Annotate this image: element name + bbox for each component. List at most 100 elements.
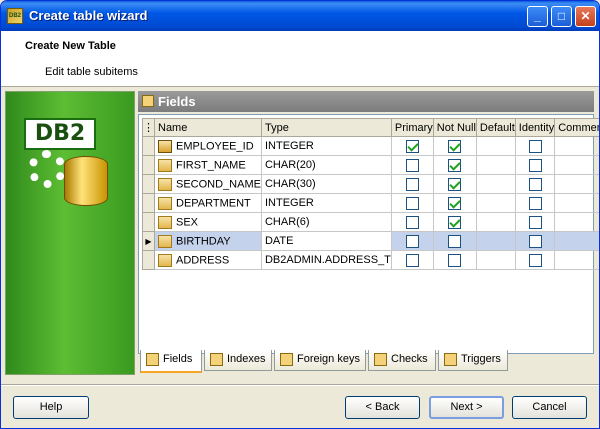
primary-checkbox-cell[interactable] xyxy=(390,136,434,156)
field-type-cell[interactable]: CHAR(30) xyxy=(260,174,392,194)
comment-cell[interactable] xyxy=(554,155,599,175)
identity-checkbox[interactable] xyxy=(528,253,542,267)
not-null-checkbox[interactable] xyxy=(448,177,462,191)
identity-checkbox-cell[interactable] xyxy=(514,231,556,251)
identity-checkbox-cell[interactable] xyxy=(514,136,556,156)
not-null-checkbox[interactable] xyxy=(448,253,462,267)
tab-fields[interactable]: Fields xyxy=(140,350,202,373)
primary-checkbox-cell[interactable] xyxy=(390,155,434,175)
table-row[interactable]: SECOND_NAME CHAR(30) xyxy=(142,174,599,194)
default-cell[interactable] xyxy=(475,231,516,251)
default-cell[interactable] xyxy=(475,193,516,213)
table-row[interactable]: EMPLOYEE_ID INTEGER xyxy=(142,136,599,156)
maximize-button[interactable]: □ xyxy=(551,6,572,27)
field-type-cell[interactable]: CHAR(20) xyxy=(260,155,392,175)
column-header-name[interactable]: Name xyxy=(154,118,262,137)
column-header-not-null[interactable]: Not Null xyxy=(432,118,477,137)
tab-indexes[interactable]: Indexes xyxy=(204,350,272,371)
column-header-comment[interactable]: Comment xyxy=(554,118,599,137)
default-cell[interactable] xyxy=(475,136,516,156)
primary-checkbox-cell[interactable] xyxy=(390,193,434,213)
help-button[interactable]: Help xyxy=(13,396,89,419)
not-null-checkbox-cell[interactable] xyxy=(432,212,477,232)
identity-checkbox[interactable] xyxy=(528,196,542,210)
field-type-cell[interactable]: DATE xyxy=(260,231,392,251)
comment-cell[interactable] xyxy=(554,136,599,156)
tab-checks[interactable]: Checks xyxy=(368,350,436,371)
table-row[interactable]: SEX CHAR(6) xyxy=(142,212,599,232)
comment-cell[interactable] xyxy=(554,250,599,270)
not-null-checkbox-cell[interactable] xyxy=(432,250,477,270)
not-null-checkbox[interactable] xyxy=(448,139,462,153)
primary-checkbox[interactable] xyxy=(405,158,419,172)
comment-cell[interactable] xyxy=(554,174,599,194)
not-null-checkbox[interactable] xyxy=(448,158,462,172)
default-cell[interactable] xyxy=(475,174,516,194)
field-type-cell[interactable]: INTEGER xyxy=(260,193,392,213)
not-null-checkbox-cell[interactable] xyxy=(432,231,477,251)
not-null-checkbox[interactable] xyxy=(448,215,462,229)
not-null-checkbox-cell[interactable] xyxy=(432,174,477,194)
field-name-cell[interactable]: ADDRESS xyxy=(154,250,262,270)
primary-checkbox-cell[interactable] xyxy=(390,212,434,232)
identity-checkbox-cell[interactable] xyxy=(514,193,556,213)
field-name-cell[interactable]: FIRST_NAME xyxy=(154,155,262,175)
identity-checkbox[interactable] xyxy=(528,215,542,229)
not-null-checkbox[interactable] xyxy=(448,196,462,210)
primary-checkbox[interactable] xyxy=(405,196,419,210)
identity-checkbox[interactable] xyxy=(528,139,542,153)
default-cell[interactable] xyxy=(475,155,516,175)
primary-checkbox[interactable] xyxy=(405,215,419,229)
fields-grid[interactable]: ⋮ Name Type Primary Not Null Default Ide… xyxy=(138,114,599,354)
row-indicator xyxy=(142,136,155,156)
cancel-button[interactable]: Cancel xyxy=(512,396,587,419)
table-row[interactable]: FIRST_NAME CHAR(20) xyxy=(142,155,599,175)
identity-checkbox-cell[interactable] xyxy=(514,155,556,175)
identity-checkbox-cell[interactable] xyxy=(514,250,556,270)
tab-triggers[interactable]: Triggers xyxy=(438,350,508,371)
primary-checkbox[interactable] xyxy=(405,177,419,191)
column-header-default[interactable]: Default xyxy=(475,118,516,137)
primary-checkbox-cell[interactable] xyxy=(390,174,434,194)
primary-checkbox-cell[interactable] xyxy=(390,231,434,251)
tab-foreign-keys[interactable]: Foreign keys xyxy=(274,350,366,371)
field-type-cell[interactable]: DB2ADMIN.ADDRESS_T xyxy=(260,250,392,270)
table-row[interactable]: ▶ BIRTHDAY DATE xyxy=(142,231,599,251)
field-name-cell[interactable]: EMPLOYEE_ID xyxy=(154,136,262,156)
indexes-tab-icon xyxy=(210,353,223,366)
not-null-checkbox-cell[interactable] xyxy=(432,193,477,213)
field-type-cell[interactable]: INTEGER xyxy=(260,136,392,156)
table-row[interactable]: ADDRESS DB2ADMIN.ADDRESS_T xyxy=(142,250,599,270)
column-header-identity[interactable]: Identity xyxy=(514,118,556,137)
identity-checkbox-cell[interactable] xyxy=(514,212,556,232)
comment-cell[interactable] xyxy=(554,193,599,213)
primary-checkbox-cell[interactable] xyxy=(390,250,434,270)
default-cell[interactable] xyxy=(475,250,516,270)
close-button[interactable]: ✕ xyxy=(575,6,596,27)
identity-checkbox[interactable] xyxy=(528,177,542,191)
identity-checkbox-cell[interactable] xyxy=(514,174,556,194)
comment-cell[interactable] xyxy=(554,231,599,251)
default-cell[interactable] xyxy=(475,212,516,232)
primary-checkbox[interactable] xyxy=(405,253,419,267)
table-row[interactable]: DEPARTMENT INTEGER xyxy=(142,193,599,213)
field-name-cell[interactable]: BIRTHDAY xyxy=(154,231,262,251)
next-button[interactable]: Next > xyxy=(429,396,504,419)
not-null-checkbox-cell[interactable] xyxy=(432,155,477,175)
not-null-checkbox-cell[interactable] xyxy=(432,136,477,156)
field-name-cell[interactable]: DEPARTMENT xyxy=(154,193,262,213)
identity-checkbox[interactable] xyxy=(528,234,542,248)
title-bar[interactable]: DB2 Create table wizard _ □ ✕ xyxy=(1,1,599,31)
primary-checkbox[interactable] xyxy=(405,139,419,153)
field-name-cell[interactable]: SECOND_NAME xyxy=(154,174,262,194)
minimize-button[interactable]: _ xyxy=(527,6,548,27)
column-header-type[interactable]: Type xyxy=(260,118,392,137)
identity-checkbox[interactable] xyxy=(528,158,542,172)
field-type-cell[interactable]: CHAR(6) xyxy=(260,212,392,232)
not-null-checkbox[interactable] xyxy=(448,234,462,248)
primary-checkbox[interactable] xyxy=(405,234,419,248)
back-button[interactable]: < Back xyxy=(345,396,420,419)
field-name-cell[interactable]: SEX xyxy=(154,212,262,232)
comment-cell[interactable] xyxy=(554,212,599,232)
column-header-primary[interactable]: Primary xyxy=(390,118,434,137)
